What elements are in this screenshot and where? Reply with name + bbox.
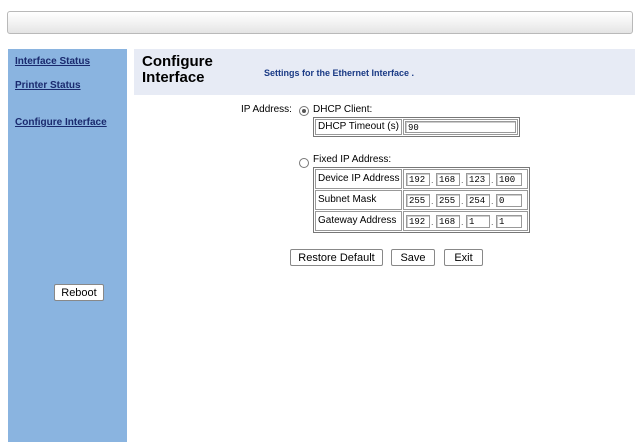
- subnet-octet-3-input[interactable]: 254: [466, 194, 490, 207]
- ip-address-label: IP Address:: [241, 104, 292, 115]
- device-ip-octet-2-input[interactable]: 168: [436, 173, 460, 186]
- reboot-button[interactable]: Reboot: [54, 284, 104, 301]
- page-title: Configure Interface: [142, 53, 213, 86]
- subnet-mask-label: Subnet Mask: [315, 190, 402, 210]
- device-ip-field: 192 . 168 . 123 . 100: [403, 169, 528, 189]
- subnet-octet-4-input[interactable]: 0: [496, 194, 522, 207]
- gateway-address-label: Gateway Address: [315, 211, 402, 231]
- gateway-address-field: 192 . 168 . 1 . 1: [403, 211, 528, 231]
- device-ip-octet-1-input[interactable]: 192: [406, 173, 430, 186]
- subnet-mask-field: 255 . 255 . 254 . 0: [403, 190, 528, 210]
- dhcp-timeout-input[interactable]: 90: [405, 121, 516, 133]
- dhcp-table: DHCP Timeout (s) 90: [313, 117, 520, 137]
- subnet-octet-2-input[interactable]: 255: [436, 194, 460, 207]
- page-header: Configure Interface Settings for the Eth…: [134, 49, 635, 95]
- dhcp-client-radio[interactable]: [299, 106, 309, 116]
- browser-toolbar: [7, 11, 633, 34]
- gateway-octet-1-input[interactable]: 192: [406, 215, 430, 228]
- sidebar: Interface Status Printer Status Configur…: [8, 49, 127, 442]
- dhcp-timeout-label: DHCP Timeout (s): [315, 119, 402, 135]
- nav-configure-interface-link[interactable]: Configure Interface: [15, 117, 107, 128]
- fixed-ip-radio[interactable]: [299, 158, 309, 168]
- save-button[interactable]: Save: [391, 249, 435, 266]
- nav-printer-status-link[interactable]: Printer Status: [15, 80, 81, 91]
- fixed-ip-table: Device IP Address 192 . 168 . 123 . 100 …: [313, 167, 530, 233]
- device-ip-label: Device IP Address: [315, 169, 402, 189]
- fixed-ip-label: Fixed IP Address:: [313, 154, 392, 165]
- device-ip-octet-3-input[interactable]: 123: [466, 173, 490, 186]
- dhcp-client-label: DHCP Client:: [313, 104, 373, 115]
- page-subtitle: Settings for the Ethernet Interface .: [264, 68, 415, 78]
- device-ip-octet-4-input[interactable]: 100: [496, 173, 522, 186]
- restore-default-button[interactable]: Restore Default: [290, 249, 383, 266]
- gateway-octet-3-input[interactable]: 1: [466, 215, 490, 228]
- nav-interface-status-link[interactable]: Interface Status: [15, 56, 90, 67]
- gateway-octet-4-input[interactable]: 1: [496, 215, 522, 228]
- gateway-octet-2-input[interactable]: 168: [436, 215, 460, 228]
- subnet-octet-1-input[interactable]: 255: [406, 194, 430, 207]
- exit-button[interactable]: Exit: [444, 249, 483, 266]
